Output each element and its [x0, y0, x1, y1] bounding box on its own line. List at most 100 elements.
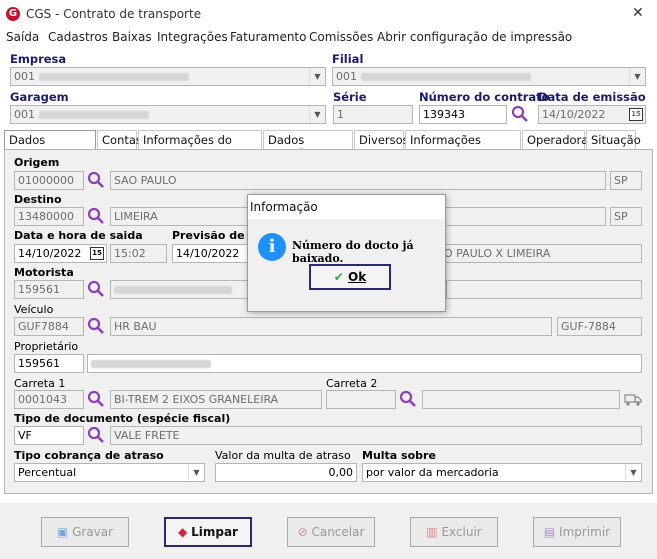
app-logo-icon: G — [6, 7, 20, 21]
carreta2-label: Carreta 2 — [326, 377, 378, 390]
menu-faturamento[interactable]: Faturamento — [230, 30, 306, 44]
tab-informacoes-adicionais[interactable]: Informações adicionais — [405, 130, 521, 161]
carreta2-desc-field — [422, 390, 620, 409]
tab-situacao[interactable]: Situação — [586, 130, 641, 149]
motorista-label: Motorista — [14, 266, 74, 279]
tipo-documento-code-field[interactable]: VF — [14, 426, 84, 445]
eraser-icon: ◆ — [178, 525, 188, 539]
search-icon[interactable] — [511, 105, 529, 123]
numero-contrato-label: Número do contrato — [419, 90, 550, 104]
chevron-down-icon[interactable]: ▼ — [629, 68, 645, 85]
button-bar: ▣ Gravar ◆ Limpar ⊘ Cancelar ▥ Excluir ▤… — [0, 503, 657, 559]
garagem-label: Garagem — [10, 90, 69, 104]
hora-saida-field[interactable]: 15:02 — [110, 244, 167, 263]
filial-code: 001 — [336, 70, 357, 83]
search-icon[interactable] — [399, 390, 417, 408]
proprietario-name-field — [87, 354, 642, 373]
chevron-down-icon[interactable]: ▼ — [309, 106, 325, 123]
cobranca-value: Percentual — [18, 466, 77, 479]
search-icon[interactable] — [87, 426, 105, 444]
origem-code-field[interactable]: 01000000 — [14, 171, 84, 190]
veiculo-label: Veículo — [14, 303, 54, 316]
serie-field[interactable]: 1 — [333, 105, 413, 124]
garagem-name-redacted — [38, 111, 149, 119]
previsao-field[interactable]: 14/10/2022 — [172, 244, 248, 263]
menu-integracoes[interactable]: Integrações — [157, 30, 228, 44]
destino-label: Destino — [14, 193, 62, 206]
truck-icon[interactable] — [624, 391, 642, 407]
veiculo-code-field[interactable]: GUF7884 — [14, 317, 84, 336]
data-emissao-label: Data de emissão — [538, 90, 646, 104]
excluir-button[interactable]: ▥ Excluir — [410, 517, 498, 547]
search-icon[interactable] — [87, 280, 105, 298]
gravar-button[interactable]: ▣ Gravar — [41, 517, 129, 547]
garagem-combo[interactable]: 001 ▼ — [10, 105, 326, 124]
data-emissao-value: 14/10/2022 — [542, 108, 606, 121]
search-icon[interactable] — [87, 207, 105, 225]
carreta2-code-field[interactable] — [326, 390, 396, 409]
tab-operadoras[interactable]: Operadoras — [522, 130, 594, 149]
proprietario-code-field[interactable]: 159561 — [14, 354, 84, 373]
veiculo-desc-field: HR BAU — [110, 317, 552, 336]
info-icon: i — [258, 233, 286, 261]
filial-label: Filial — [332, 52, 364, 66]
tab-diversos[interactable]: Diversos — [354, 130, 409, 149]
motorista-name-redacted — [114, 286, 232, 294]
menu-comissoes[interactable]: Comissões — [309, 30, 373, 44]
menu-abrir-config[interactable]: Abrir configuração de impressão — [377, 30, 572, 44]
cobranca-label: Tipo cobrança de atraso — [14, 449, 164, 462]
motorista-code-field[interactable]: 159561 — [14, 280, 84, 299]
empresa-code: 001 — [14, 70, 35, 83]
chevron-down-icon[interactable]: ▼ — [309, 68, 325, 85]
check-icon: ✔ — [333, 270, 344, 284]
search-icon[interactable] — [87, 317, 105, 335]
empresa-label: Empresa — [10, 52, 67, 66]
limpar-button[interactable]: ◆ Limpar — [164, 517, 252, 547]
tab-informacoes-contrato[interactable]: Informações do contrato — [138, 130, 262, 161]
menu-saida[interactable]: Saída — [6, 30, 39, 44]
cancel-icon: ⊘ — [297, 525, 308, 539]
empresa-name-redacted — [38, 73, 189, 81]
search-icon[interactable] — [87, 171, 105, 189]
tab-dados-bancarios[interactable]: Dados Bancários — [263, 130, 353, 161]
empresa-combo[interactable]: 001 ▼ — [10, 67, 326, 86]
save-icon: ▣ — [56, 525, 69, 539]
calendar-icon[interactable]: 15 — [629, 108, 643, 121]
tab-contas[interactable]: Contas — [97, 130, 142, 149]
printer-icon: ▤ — [543, 525, 556, 539]
chevron-down-icon[interactable]: ▼ — [625, 464, 641, 481]
carreta1-code-field[interactable]: 0001043 — [14, 390, 84, 409]
multa-sobre-value: por valor da mercadoria — [366, 466, 499, 479]
search-icon[interactable] — [87, 390, 105, 408]
previsao-label: Previsão de c — [172, 229, 255, 242]
tipo-documento-desc-field: VALE FRETE — [110, 426, 642, 445]
veiculo-plate-field: GUF-7884 — [557, 317, 642, 336]
window-title: CGS - Contrato de transporte — [26, 7, 202, 21]
ok-button[interactable]: ✔ Ok — [309, 264, 391, 290]
destino-code-field[interactable]: 13480000 — [14, 207, 84, 226]
filial-combo[interactable]: 001 ▼ — [332, 67, 646, 86]
menu-baixas[interactable]: Baixas — [112, 30, 152, 44]
cancelar-button[interactable]: ⊘ Cancelar — [287, 517, 375, 547]
multa-field[interactable]: 0,00 — [215, 463, 357, 482]
calendar-icon[interactable]: 15 — [90, 247, 104, 260]
numero-contrato-field[interactable]: 139343 — [419, 105, 507, 124]
destino-uf-field: SP — [610, 207, 642, 226]
dialog-title: Informação — [248, 195, 445, 219]
imprimir-button[interactable]: ▤ Imprimir — [533, 517, 621, 547]
imprimir-label: Imprimir — [559, 525, 611, 539]
tab-dados-cadastrais[interactable]: Dados cadastrais — [4, 130, 96, 161]
chevron-down-icon[interactable]: ▼ — [188, 464, 204, 481]
multa-sobre-select[interactable]: por valor da mercadoria ▼ — [362, 463, 642, 482]
proprietario-label: Proprietário — [14, 340, 79, 353]
data-saida-field[interactable]: 14/10/2022 15 — [14, 244, 107, 263]
cobranca-select[interactable]: Percentual ▼ — [14, 463, 205, 482]
multa-label: Valor da multa de atraso — [215, 449, 351, 462]
close-icon[interactable]: ✕ — [632, 5, 644, 21]
menu-cadastros[interactable]: Cadastros — [48, 30, 108, 44]
data-emissao-field[interactable]: 14/10/2022 15 — [538, 105, 646, 124]
multa-sobre-label: Multa sobre — [362, 449, 436, 462]
info-dialog: Informação i Número do docto já baixado.… — [247, 194, 446, 312]
tab-bar: Dados cadastrais Contas Informações do c… — [4, 130, 653, 161]
origem-uf-field: SP — [610, 171, 642, 190]
